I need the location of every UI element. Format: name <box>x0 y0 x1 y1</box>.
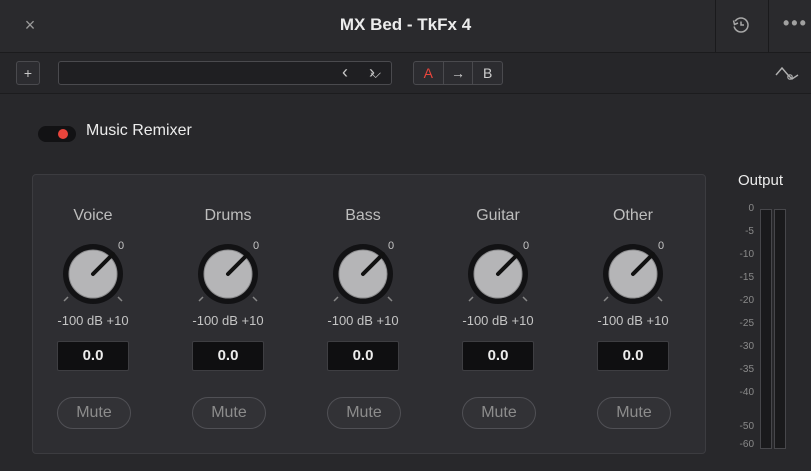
channel-strip-other: Other 0 -100 dB +10 0.0 Mute <box>573 175 693 455</box>
scale-tick: -25 <box>739 318 754 329</box>
output-meter-left <box>760 209 772 449</box>
knob-graphic: 0 <box>63 240 124 304</box>
gain-knob[interactable]: 0 <box>598 239 668 309</box>
gain-knob[interactable]: 0 <box>58 239 128 309</box>
output-meter-right <box>774 209 786 449</box>
scale-tick: -10 <box>739 249 754 260</box>
divider <box>333 61 334 85</box>
knob-graphic: 0 <box>603 240 664 304</box>
knob-range-label: -100 dB +10 <box>462 313 534 328</box>
channel-name: Other <box>612 207 653 224</box>
window-title: MX Bed - TkFx 4 <box>339 15 472 34</box>
scale-tick: -20 <box>739 295 754 306</box>
knob-graphic: 0 <box>468 240 529 304</box>
knob-max-label: 0 <box>388 240 394 252</box>
previous-preset-button[interactable]: ‹ <box>335 61 355 85</box>
effect-enable-toggle[interactable] <box>38 126 76 142</box>
scale-tick: -60 <box>739 439 754 450</box>
gain-knob[interactable]: 0 <box>193 239 263 309</box>
next-preset-button[interactable]: › <box>362 61 382 85</box>
add-preset-button[interactable]: + <box>16 61 40 85</box>
knob-max-label: 0 <box>658 240 664 252</box>
more-options-icon[interactable]: ••• <box>783 13 808 34</box>
bypass-icon[interactable] <box>774 65 802 83</box>
channel-panel: Voice 0 -100 dB +10 0.0 Mute Drums 0 -10… <box>32 174 706 454</box>
meter-scale: 0 -5 -10 -15 -20 -25 -30 -35 -40 -50 -60 <box>722 199 758 451</box>
mute-button[interactable]: Mute <box>57 397 131 429</box>
knob-range-label: -100 dB +10 <box>57 313 129 328</box>
mute-button[interactable]: Mute <box>597 397 671 429</box>
output-title: Output <box>738 172 784 189</box>
knob-range-label: -100 dB +10 <box>192 313 264 328</box>
mute-button[interactable]: Mute <box>192 397 266 429</box>
title-bar: × MX Bed - TkFx 4 ••• <box>0 0 811 53</box>
channel-name: Guitar <box>476 207 520 224</box>
scale-tick: 0 <box>748 203 754 214</box>
gain-knob[interactable]: 0 <box>328 239 398 309</box>
channel-strip-guitar: Guitar 0 -100 dB +10 0.0 Mute <box>438 175 558 455</box>
divider <box>715 0 716 52</box>
gain-value-field[interactable]: 0.0 <box>597 341 669 371</box>
knob-max-label: 0 <box>118 240 124 252</box>
scale-tick: -35 <box>739 364 754 375</box>
channel-strip-drums: Drums 0 -100 dB +10 0.0 Mute <box>168 175 288 455</box>
knob-max-label: 0 <box>253 240 259 252</box>
gain-value-field[interactable]: 0.0 <box>57 341 129 371</box>
channel-name: Voice <box>73 207 113 224</box>
gain-value-field[interactable]: 0.0 <box>462 341 534 371</box>
knob-max-label: 0 <box>523 240 529 252</box>
knob-graphic: 0 <box>198 240 259 304</box>
toggle-indicator <box>58 129 68 139</box>
gain-value-field[interactable]: 0.0 <box>327 341 399 371</box>
gain-knob[interactable]: 0 <box>463 239 533 309</box>
channel-name: Drums <box>204 207 252 224</box>
channel-name: Bass <box>345 207 381 224</box>
mute-button[interactable]: Mute <box>462 397 536 429</box>
scale-tick: -15 <box>739 272 754 283</box>
knob-range-label: -100 dB +10 <box>597 313 669 328</box>
plugin-window: × MX Bed - TkFx 4 ••• + ⌵ ‹ › A → B Musi… <box>0 0 811 471</box>
scale-tick: -5 <box>745 226 754 237</box>
ab-copy-button[interactable]: → <box>444 62 474 84</box>
ab-b-button[interactable]: B <box>473 62 502 84</box>
knob-range-label: -100 dB +10 <box>327 313 399 328</box>
effect-name: Music Remixer <box>86 122 192 139</box>
plugin-content: Music Remixer Voice 0 -100 dB +10 0.0 Mu… <box>0 94 811 471</box>
ab-compare-group: A → B <box>413 61 503 85</box>
scale-tick: -40 <box>739 387 754 398</box>
scale-tick: -50 <box>739 421 754 432</box>
divider <box>768 0 769 52</box>
ab-a-button[interactable]: A <box>414 62 444 84</box>
channel-strip-bass: Bass 0 -100 dB +10 0.0 Mute <box>303 175 423 455</box>
gain-value-field[interactable]: 0.0 <box>192 341 264 371</box>
preset-toolbar: + ⌵ ‹ › A → B <box>0 53 811 94</box>
channel-strip-voice: Voice 0 -100 dB +10 0.0 Mute <box>33 175 153 455</box>
mute-button[interactable]: Mute <box>327 397 401 429</box>
reset-history-icon[interactable] <box>731 15 751 35</box>
scale-tick: -30 <box>739 341 754 352</box>
knob-graphic: 0 <box>333 240 394 304</box>
